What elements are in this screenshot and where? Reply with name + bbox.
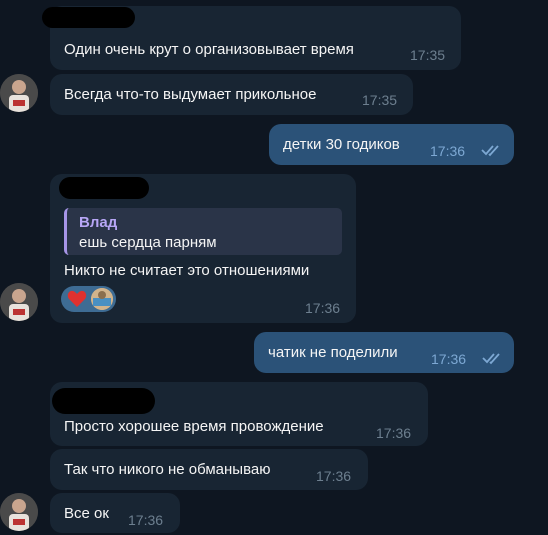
message-text: Никто не считает это отношениями — [64, 262, 310, 279]
message-bubble[interactable]: Влад ешь сердца парням Никто не считает … — [50, 174, 356, 323]
reply-author: Влад — [79, 214, 118, 231]
heart-icon — [67, 290, 87, 307]
double-check-icon — [482, 353, 500, 365]
message-bubble[interactable]: Один очень крут о организовывает время 1… — [42, 6, 461, 70]
double-check-icon — [481, 145, 499, 157]
message-time: 17:35 — [362, 92, 398, 108]
message-time: 17:36 — [430, 143, 466, 159]
message-time: 17:36 — [128, 512, 164, 528]
avatar[interactable] — [0, 493, 38, 531]
message-bubble[interactable]: Все ок 17:36 — [50, 493, 180, 533]
message-bubble[interactable]: детки 30 годиков 17:36 — [269, 124, 514, 165]
reaction-badge[interactable] — [61, 286, 116, 312]
message-bubble[interactable]: Всегда что-то выдумает прикольное 17:35 — [50, 74, 413, 115]
message-time: 17:36 — [376, 425, 412, 441]
redacted-sender-name — [52, 388, 155, 414]
message-time: 17:36 — [316, 468, 352, 484]
message-bubble[interactable]: чатик не поделили 17:36 — [254, 332, 514, 373]
reply-quote[interactable]: Влад ешь сердца парням — [64, 208, 342, 255]
avatar[interactable] — [0, 74, 38, 112]
reply-text: ешь сердца парням — [79, 234, 217, 251]
message-text: Все ок — [64, 505, 109, 522]
message-text: Всегда что-то выдумает прикольное — [64, 86, 317, 103]
message-bubble[interactable]: Просто хорошее время провождение 17:36 — [50, 382, 428, 446]
message-time: 17:36 — [431, 351, 467, 367]
message-text: чатик не поделили — [268, 344, 398, 361]
reactor-avatar — [91, 288, 113, 310]
message-text: Просто хорошее время провождение — [64, 418, 324, 435]
message-text: Один очень крут о организовывает время — [64, 41, 354, 58]
message-text: детки 30 годиков — [283, 136, 400, 153]
redacted-sender-name — [59, 177, 149, 199]
message-time: 17:36 — [305, 300, 341, 316]
message-text: Так что никого не обманываю — [64, 461, 271, 478]
redacted-sender-name — [42, 7, 135, 28]
message-bubble[interactable]: Так что никого не обманываю 17:36 — [50, 449, 368, 490]
avatar[interactable] — [0, 283, 38, 321]
message-time: 17:35 — [410, 47, 446, 63]
